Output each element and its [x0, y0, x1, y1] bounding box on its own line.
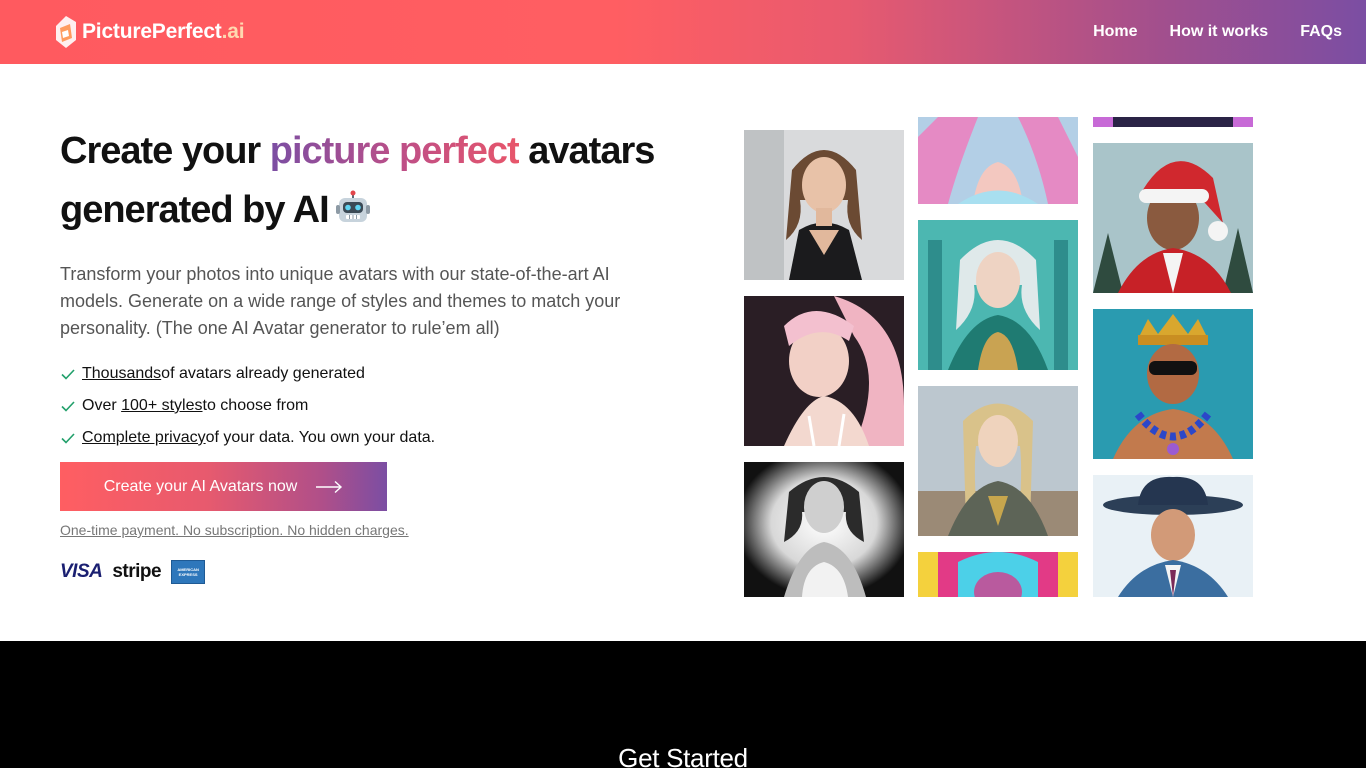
payment-note-link[interactable]: One-time payment. No subscription. No hi…: [60, 522, 409, 538]
feature-item: Over 100+ styles to choose from: [60, 390, 435, 422]
avatar-image-cowboy-hat: [1093, 475, 1253, 597]
thousands-link[interactable]: Thousands: [82, 365, 161, 383]
feature-item: Complete privacy of your data. You own y…: [60, 422, 435, 454]
avatar-image-king-crown: [1093, 309, 1253, 459]
create-avatars-button[interactable]: Create your AI Avatars now: [60, 462, 387, 511]
brand-logo[interactable]: PicturePerfect.ai: [54, 14, 245, 50]
main-nav: Home How it works FAQs: [1093, 0, 1342, 64]
avatar-image-elf-queen: [918, 220, 1078, 370]
hero-title: Create your picture perfect avatars gene…: [60, 130, 655, 231]
avatar-image-black-white: [744, 462, 904, 597]
title-highlight: picture perfect: [269, 130, 520, 172]
check-icon: [61, 401, 75, 412]
get-started-section: Get Started: [0, 641, 1366, 768]
avatar-image-santa-hat: [1093, 143, 1253, 293]
nav-home[interactable]: Home: [1093, 23, 1137, 41]
avatar-image-pastel-fantasy: [918, 117, 1078, 204]
amex-logo: AMERICAN EXPRESS: [171, 560, 206, 584]
robot-emoji-icon: [335, 190, 370, 222]
nav-faqs[interactable]: FAQs: [1300, 23, 1342, 41]
feature-item: Thousands of avatars already generated: [60, 358, 435, 390]
avatar-image-rainbow-art: [918, 552, 1078, 597]
avatar-image-pink-hair: [744, 296, 904, 446]
avatar-image-partial-top: [1093, 117, 1253, 127]
get-started-title: Get Started: [618, 743, 748, 768]
stripe-logo: stripe: [112, 561, 162, 582]
privacy-link[interactable]: Complete privacy: [82, 429, 206, 447]
styles-link[interactable]: 100+ styles: [121, 397, 202, 415]
brand-name: PicturePerfect.ai: [82, 20, 245, 43]
payment-logos: VISA stripe AMERICAN EXPRESS: [60, 560, 206, 584]
check-icon: [61, 369, 75, 380]
avatar-gallery: [744, 64, 1254, 597]
nav-how-it-works[interactable]: How it works: [1170, 23, 1269, 41]
arrow-right-icon: [316, 480, 343, 493]
site-header: PicturePerfect.ai Home How it works FAQs: [0, 0, 1366, 64]
check-icon: [61, 433, 75, 444]
feature-list: Thousands of avatars already generated O…: [60, 358, 435, 454]
avatar-image-businesswoman: [744, 130, 904, 280]
visa-logo: VISA: [60, 561, 103, 582]
hero-description: Transform your photos into unique avatar…: [60, 264, 621, 338]
logo-mark-icon: [56, 16, 76, 48]
avatar-image-elf-warrior: [918, 386, 1078, 536]
